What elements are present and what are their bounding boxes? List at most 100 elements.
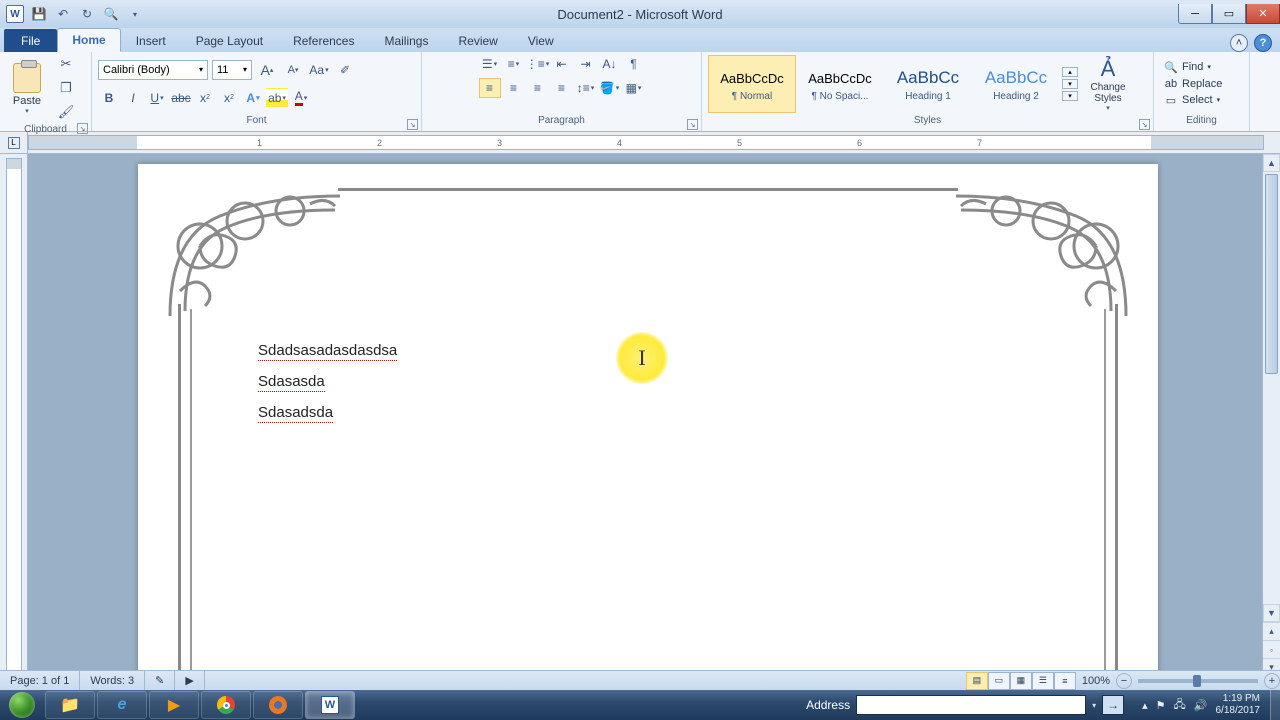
document-text[interactable]: Sdadsasadasdasdsa Sdasasda Sdasadsda (258, 342, 397, 435)
zoom-in-icon[interactable]: + (1264, 673, 1280, 689)
cut-icon[interactable]: ✂ (56, 54, 76, 74)
subscript-button[interactable]: x2 (194, 88, 216, 108)
decrease-indent-icon[interactable]: ⇤ (551, 54, 573, 74)
zoom-thumb[interactable] (1193, 675, 1201, 687)
zoom-slider[interactable] (1138, 679, 1258, 683)
align-center-icon[interactable]: ≡ (503, 78, 525, 98)
minimize-button[interactable]: ─ (1178, 4, 1212, 24)
minimize-ribbon-icon[interactable]: ˄ (1230, 34, 1248, 52)
paste-button[interactable]: Paste ▾ (6, 61, 48, 115)
scroll-down-icon[interactable]: ▼ (1263, 604, 1280, 622)
align-right-icon[interactable]: ≡ (527, 78, 549, 98)
scroll-up-icon[interactable]: ▲ (1263, 154, 1280, 172)
taskbar-ie-icon[interactable]: e (97, 691, 147, 719)
select-button[interactable]: ▭Select ▾ (1160, 93, 1226, 108)
tab-insert[interactable]: Insert (121, 29, 181, 52)
tab-selector[interactable]: L (8, 137, 20, 149)
format-painter-icon[interactable]: 🖌 (56, 102, 76, 122)
tab-page-layout[interactable]: Page Layout (181, 29, 278, 52)
tab-review[interactable]: Review (443, 29, 512, 52)
tray-network-icon[interactable]: 🖧 (1174, 696, 1186, 715)
prev-page-icon[interactable]: ▴ (1263, 622, 1280, 640)
numbering-icon[interactable]: ≡ (503, 54, 525, 74)
taskbar-chrome-icon[interactable] (201, 691, 251, 719)
qat-customize-icon[interactable]: ▾ (126, 5, 144, 23)
status-words[interactable]: Words: 3 (80, 671, 145, 690)
horizontal-ruler[interactable]: 1234567 (28, 135, 1264, 150)
style-no-spacing[interactable]: AaBbCcDc ¶ No Spaci... (796, 55, 884, 113)
print-preview-icon[interactable]: 🔍 (102, 5, 120, 23)
address-go-icon[interactable]: → (1102, 695, 1124, 715)
find-button[interactable]: 🔍Find ▾ (1160, 60, 1226, 75)
view-draft-icon[interactable]: ≡ (1054, 672, 1076, 690)
show-desktop-button[interactable] (1270, 690, 1280, 720)
bold-button[interactable]: B (98, 88, 120, 108)
style-normal[interactable]: AaBbCcDc ¶ Normal (708, 55, 796, 113)
taskbar-firefox-icon[interactable] (253, 691, 303, 719)
tray-volume-icon[interactable]: 🔊 (1194, 699, 1208, 712)
view-web-layout-icon[interactable]: ▦ (1010, 672, 1032, 690)
multilevel-list-icon[interactable]: ⋮≡ (527, 54, 549, 74)
borders-icon[interactable]: ▦ (623, 78, 645, 98)
vertical-ruler[interactable] (6, 158, 22, 672)
shading-icon[interactable]: 🪣 (599, 78, 621, 98)
font-color-icon[interactable]: A (290, 88, 312, 108)
sort-icon[interactable]: A↓ (599, 54, 621, 74)
address-input[interactable] (856, 695, 1086, 715)
underline-button[interactable]: U (146, 88, 168, 108)
font-dialog-icon[interactable]: ↘ (407, 119, 418, 130)
styles-dialog-icon[interactable]: ↘ (1139, 119, 1150, 130)
help-icon[interactable]: ? (1254, 34, 1272, 52)
address-dropdown-icon[interactable]: ▾ (1092, 701, 1096, 710)
shrink-font-icon[interactable]: A▾ (282, 60, 304, 80)
status-macro-icon[interactable]: ▶ (175, 671, 204, 690)
status-spellcheck-icon[interactable]: ✎ (145, 671, 175, 690)
scroll-thumb[interactable] (1265, 174, 1278, 374)
tray-show-hidden-icon[interactable]: ▴ (1142, 699, 1148, 712)
font-size-combo[interactable]: 11▾ (212, 60, 252, 80)
view-full-screen-icon[interactable]: ▭ (988, 672, 1010, 690)
change-styles-button[interactable]: Ả Change Styles ▾ (1082, 56, 1134, 112)
tab-home[interactable]: Home (57, 28, 120, 52)
status-page[interactable]: Page: 1 of 1 (0, 671, 80, 690)
browse-object-icon[interactable]: ◦ (1263, 640, 1280, 658)
justify-icon[interactable]: ≡ (551, 78, 573, 98)
vertical-scrollbar[interactable]: ▲ ▼ ▴ ◦ ▾ (1262, 154, 1280, 676)
font-name-combo[interactable]: Calibri (Body)▾ (98, 60, 208, 80)
tab-mailings[interactable]: Mailings (369, 29, 443, 52)
maximize-button[interactable]: ▭ (1212, 4, 1246, 24)
tab-references[interactable]: References (278, 29, 369, 52)
style-heading-1[interactable]: AaBbCc Heading 1 (884, 55, 972, 113)
word-app-icon[interactable]: W (6, 5, 24, 23)
tab-view[interactable]: View (513, 29, 569, 52)
strikethrough-button[interactable]: abc (170, 88, 192, 108)
highlight-color-icon[interactable]: ab (266, 88, 288, 108)
paragraph-dialog-icon[interactable]: ↘ (687, 119, 698, 130)
clear-formatting-icon[interactable]: ✐ (334, 60, 356, 80)
view-print-layout-icon[interactable]: ▤ (966, 672, 988, 690)
superscript-button[interactable]: x2 (218, 88, 240, 108)
replace-button[interactable]: abReplace (1160, 77, 1226, 91)
copy-icon[interactable]: ❐ (56, 78, 76, 98)
text-effects-icon[interactable]: A (242, 88, 264, 108)
zoom-out-icon[interactable]: − (1116, 673, 1132, 689)
clipboard-dialog-icon[interactable]: ↘ (77, 123, 88, 134)
redo-icon[interactable]: ↻ (78, 5, 96, 23)
tray-flag-icon[interactable]: ⚑ (1156, 699, 1166, 712)
bullets-icon[interactable]: ☰ (479, 54, 501, 74)
close-button[interactable]: ✕ (1246, 4, 1280, 24)
tab-file[interactable]: File (4, 29, 57, 52)
view-outline-icon[interactable]: ☰ (1032, 672, 1054, 690)
tray-clock[interactable]: 1:19 PM 6/18/2017 (1216, 693, 1261, 717)
save-icon[interactable]: 💾 (30, 5, 48, 23)
change-case-icon[interactable]: Aa (308, 60, 330, 80)
taskbar-explorer-icon[interactable]: 📁 (45, 691, 95, 719)
start-button[interactable] (0, 690, 44, 720)
style-heading-2[interactable]: AaBbCc Heading 2 (972, 55, 1060, 113)
undo-icon[interactable]: ↶ (54, 5, 72, 23)
align-left-icon[interactable]: ≡ (479, 78, 501, 98)
line-spacing-icon[interactable]: ↕≡ (575, 78, 597, 98)
show-marks-icon[interactable]: ¶ (623, 54, 645, 74)
document-page[interactable]: Sdadsasadasdasdsa Sdasasda Sdasadsda I (138, 164, 1158, 676)
taskbar-media-player-icon[interactable]: ▶ (149, 691, 199, 719)
